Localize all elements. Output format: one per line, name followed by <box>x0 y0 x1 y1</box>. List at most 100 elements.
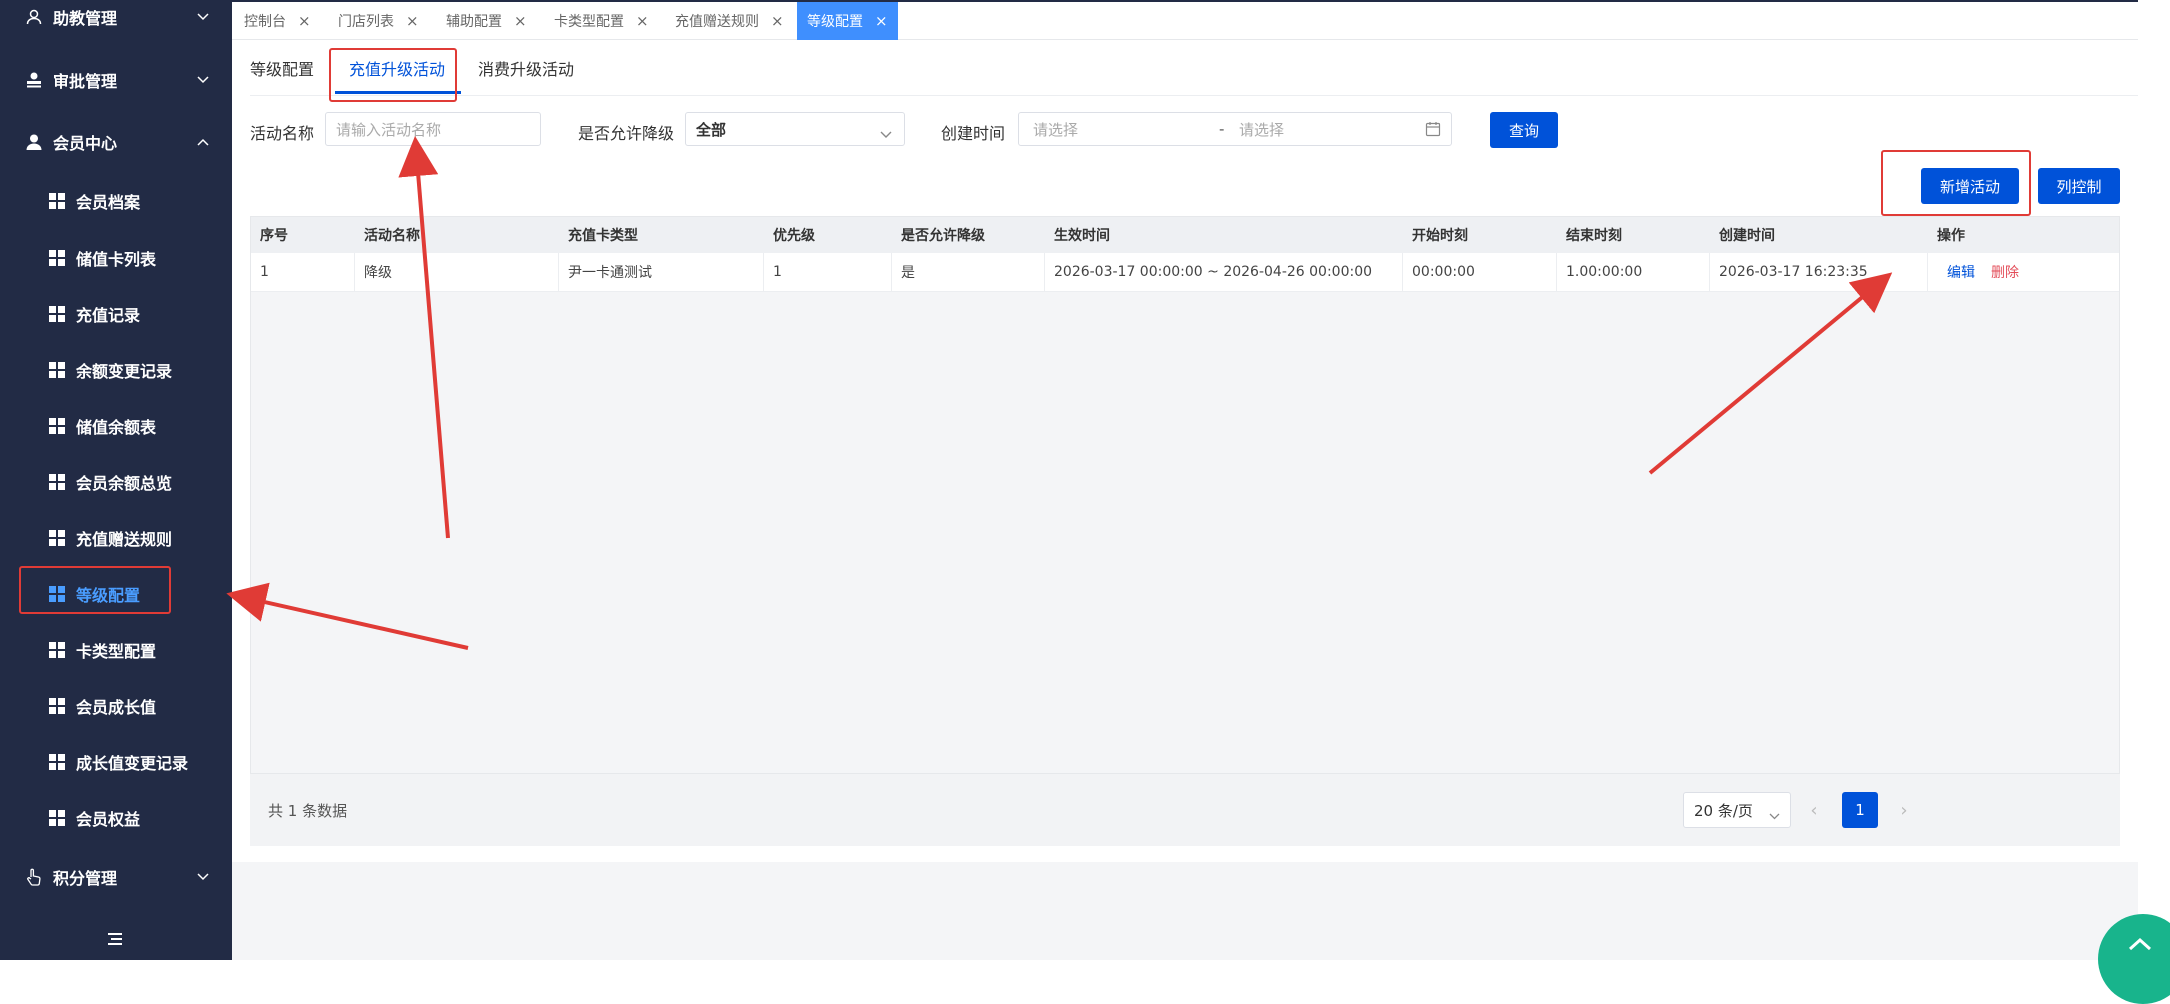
divider <box>250 95 2138 96</box>
tab-label: 充值赠送规则 <box>675 14 759 30</box>
menu-group-label: 会员中心 <box>53 134 118 153</box>
table-header-cell: 创建时间 <box>1719 228 1775 244</box>
table-header-cell: 结束时刻 <box>1566 228 1622 244</box>
tab-level-config[interactable]: 等级配置 × <box>797 2 898 40</box>
activity-table: 序号 活动名称 充值卡类型 优先级 是否允许降级 生效时间 开始时刻 结束时刻 … <box>250 216 2120 774</box>
table-cell: 是 <box>892 253 1045 291</box>
sidebar-item-member-growth[interactable]: 会员成长值 <box>0 683 232 729</box>
user-outline-icon <box>24 7 44 27</box>
sidebar-item-balance-change-records[interactable]: 余额变更记录 <box>0 347 232 393</box>
tab-console[interactable]: 控制台 × <box>244 2 311 40</box>
sidebar-item-member-benefits[interactable]: 会员权益 <box>0 795 232 841</box>
menu-group-label: 助教管理 <box>53 9 118 28</box>
table-cell: 1 <box>251 253 355 291</box>
table-cell: 00:00:00 <box>1403 253 1557 291</box>
table-header-cell: 开始时刻 <box>1412 228 1468 244</box>
delete-link[interactable]: 删除 <box>1991 262 2019 282</box>
grid-icon <box>49 362 65 378</box>
table-action-cell: 编辑 删除 <box>1928 253 2119 291</box>
menu-group-points[interactable]: 积分管理 <box>0 852 232 902</box>
table-header-cell: 序号 <box>260 228 288 244</box>
tab-store-list[interactable]: 门店列表 × <box>338 2 419 40</box>
table-row: 1 降级 尹一卡通测试 1 是 2026-03-17 00:00:00 ~ 20… <box>251 253 2119 292</box>
tab-label: 卡类型配置 <box>554 14 624 30</box>
grid-icon <box>49 474 65 490</box>
sidebar-item-member-archive[interactable]: 会员档案 <box>0 178 232 224</box>
chevron-up-icon <box>2128 936 2152 955</box>
sidebar-item-member-balance-overview[interactable]: 会员余额总览 <box>0 459 232 505</box>
activity-name-label: 活动名称 <box>250 124 315 143</box>
table-header-cell: 优先级 <box>773 228 815 244</box>
subtab-level-config[interactable]: 等级配置 <box>250 40 314 96</box>
table-header-cell: 充值卡类型 <box>568 228 638 244</box>
menu-group-coach[interactable]: 助教管理 <box>0 0 232 42</box>
sidebar-item-growth-change-records[interactable]: 成长值变更记录 <box>0 739 232 785</box>
grid-icon <box>49 642 65 658</box>
subtab-label: 等级配置 <box>250 60 315 79</box>
menu-group-approval[interactable]: 审批管理 <box>0 55 232 105</box>
tab-recharge-bonus-rules[interactable]: 充值赠送规则 × <box>675 2 784 40</box>
tab-card-type-config[interactable]: 卡类型配置 × <box>554 2 649 40</box>
chevron-down-icon <box>195 869 211 885</box>
sidebar-item-label: 卡类型配置 <box>76 642 157 661</box>
table-header: 序号 活动名称 充值卡类型 优先级 是否允许降级 生效时间 开始时刻 结束时刻 … <box>251 217 2119 253</box>
hand-point-icon <box>24 867 44 887</box>
annotation-box-subtab <box>329 48 457 102</box>
table-header-cell: 生效时间 <box>1054 228 1110 244</box>
date-separator: - <box>1219 120 1225 138</box>
content-panel: 等级配置 充值升级活动 消费升级活动 活动名称 请输入活动名称 是否允许降级 全… <box>232 40 2138 862</box>
allow-downgrade-select[interactable]: 全部 <box>685 112 905 146</box>
table-cell: 1.00:00:00 <box>1557 253 1710 291</box>
grid-icon <box>49 250 65 266</box>
close-icon[interactable]: × <box>298 12 311 30</box>
annotation-box-add-button <box>1881 150 2031 216</box>
sidebar-item-label: 会员权益 <box>76 810 141 829</box>
chevron-down-icon <box>195 72 211 88</box>
edit-link[interactable]: 编辑 <box>1947 262 1975 282</box>
grid-icon <box>49 306 65 322</box>
sidebar-item-label: 会员成长值 <box>76 698 157 717</box>
query-button[interactable]: 查询 <box>1490 112 1558 148</box>
sidebar-item-stored-card-list[interactable]: 储值卡列表 <box>0 235 232 281</box>
table-header-cell: 活动名称 <box>364 228 420 244</box>
table-cell: 1 <box>764 253 892 291</box>
calendar-icon <box>1425 121 1441 141</box>
date-end-placeholder: 请选择 <box>1239 120 1285 139</box>
sidebar-item-label: 储值余额表 <box>76 418 157 437</box>
page-size-select[interactable]: 20 条/页 <box>1683 792 1791 828</box>
next-page-button[interactable]: › <box>1886 792 1922 828</box>
tab-aux-config[interactable]: 辅助配置 × <box>446 2 527 40</box>
prev-page-button[interactable]: ‹ <box>1796 792 1832 828</box>
close-icon[interactable]: × <box>771 12 784 30</box>
chevron-up-icon <box>195 134 211 150</box>
subtab-label: 消费升级活动 <box>478 60 575 79</box>
grid-icon <box>49 193 65 209</box>
menu-group-member-center[interactable]: 会员中心 <box>0 117 232 167</box>
page-size-value: 20 条/页 <box>1694 801 1753 820</box>
column-control-button[interactable]: 列控制 <box>2038 168 2120 204</box>
subtab-consume-upgrade[interactable]: 消费升级活动 <box>478 40 574 96</box>
chevron-down-icon <box>195 9 211 25</box>
sidebar-item-recharge-bonus-rules[interactable]: 充值赠送规则 <box>0 515 232 561</box>
page-tab-bar: 控制台 × 门店列表 × 辅助配置 × 卡类型配置 × 充值赠送规则 × 等级配… <box>232 0 2138 40</box>
created-time-label: 创建时间 <box>941 124 1006 143</box>
page-number-current[interactable]: 1 <box>1842 792 1878 828</box>
sidebar-item-label: 会员档案 <box>76 193 141 212</box>
menu-group-label: 积分管理 <box>53 869 118 888</box>
main-content: 等级配置 充值升级活动 消费升级活动 活动名称 请输入活动名称 是否允许降级 全… <box>232 40 2138 960</box>
sidebar-item-stored-balance-table[interactable]: 储值余额表 <box>0 403 232 449</box>
tab-label: 等级配置 <box>807 14 863 30</box>
close-icon[interactable]: × <box>514 12 527 30</box>
sidebar-collapse-toggle[interactable] <box>100 928 130 952</box>
annotation-box-sidebar <box>19 566 171 614</box>
close-icon[interactable]: × <box>636 12 649 30</box>
grid-icon <box>49 810 65 826</box>
activity-name-input[interactable]: 请输入活动名称 <box>325 112 541 146</box>
close-icon[interactable]: × <box>875 12 888 30</box>
sidebar-item-recharge-records[interactable]: 充值记录 <box>0 291 232 337</box>
grid-icon <box>49 530 65 546</box>
table-header-cell: 是否允许降级 <box>901 228 985 244</box>
sidebar-item-card-type-config[interactable]: 卡类型配置 <box>0 627 232 673</box>
close-icon[interactable]: × <box>406 12 419 30</box>
created-time-range-picker[interactable]: 请选择 - 请选择 <box>1018 112 1452 146</box>
